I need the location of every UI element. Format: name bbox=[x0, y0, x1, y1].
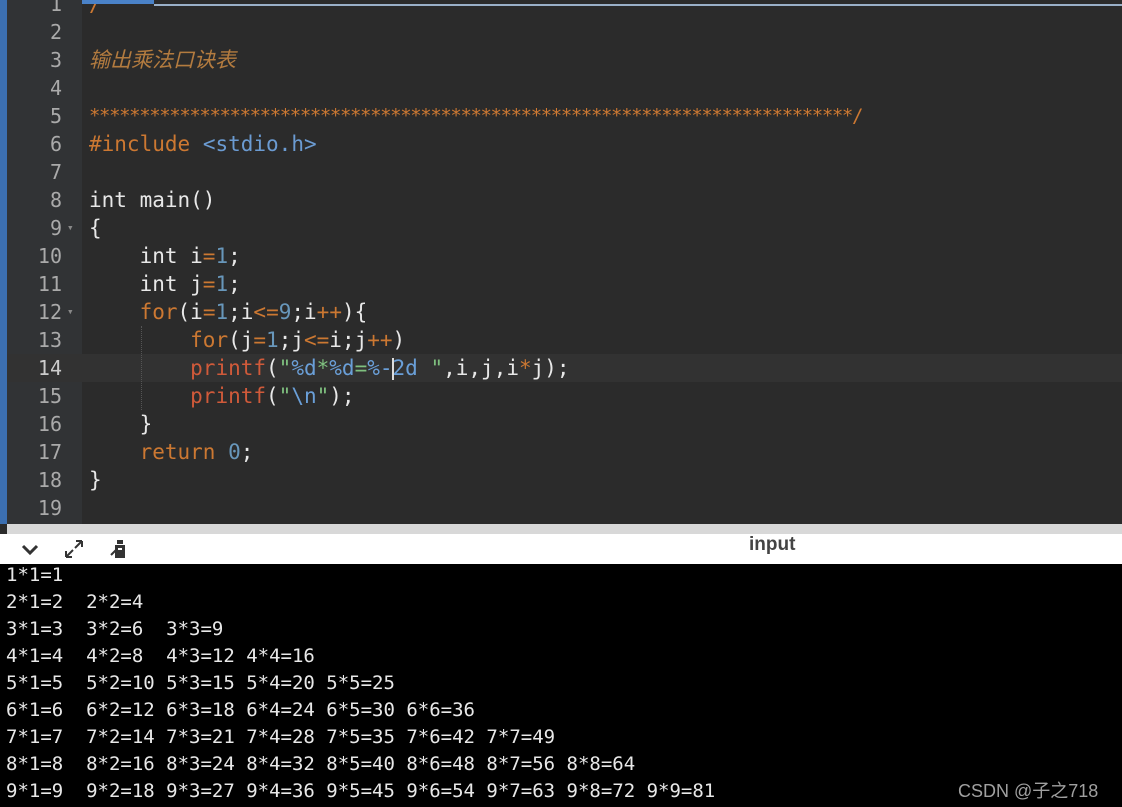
open-brace: { bbox=[89, 216, 102, 240]
line-number: 17 bbox=[37, 440, 62, 464]
code-line[interactable]: 15 printf("\n"); bbox=[7, 382, 1122, 410]
tab-indicator bbox=[82, 0, 154, 4]
line-number: 11 bbox=[37, 272, 62, 296]
chevron-down-icon[interactable] bbox=[18, 537, 42, 561]
return-statement: return 0; bbox=[139, 440, 254, 464]
line-number: 15 bbox=[37, 384, 62, 408]
line-number: 9 bbox=[49, 216, 62, 240]
code-line[interactable]: 11 int j=1; bbox=[7, 270, 1122, 298]
console-output[interactable]: 1*1=1 2*1=2 2*2=4 3*1=3 3*2=6 3*3=9 4*1=… bbox=[0, 564, 1122, 807]
code-line[interactable]: 8 int main() bbox=[7, 186, 1122, 214]
code-line[interactable]: 3 输出乘法口诀表 bbox=[7, 46, 1122, 74]
line-number: 3 bbox=[49, 48, 62, 72]
fold-arrow-icon[interactable]: ▾ bbox=[67, 298, 74, 326]
console-line: 6*1=6 6*2=12 6*3=18 6*4=24 6*5=30 6*6=36 bbox=[6, 699, 475, 721]
code-line[interactable]: 13 for(j=1;j<=i;j++) bbox=[7, 326, 1122, 354]
code-line[interactable]: 2 bbox=[7, 18, 1122, 46]
line-number: 2 bbox=[49, 20, 62, 44]
code-line-active[interactable]: 14 printf("%d*%d=%-2d ",i,j,i*j); bbox=[7, 354, 1122, 382]
inner-for-loop: for(j=1;j<=i;j++) bbox=[190, 328, 406, 352]
line-number: 10 bbox=[37, 244, 62, 268]
console-title: input bbox=[749, 534, 796, 555]
clear-console-icon[interactable] bbox=[108, 537, 132, 561]
code-line[interactable]: 18 } bbox=[7, 466, 1122, 494]
line-number: 18 bbox=[37, 468, 62, 492]
code-line[interactable]: 12 ▾ for(i=1;i<=9;i++){ bbox=[7, 298, 1122, 326]
line-number: 13 bbox=[37, 328, 62, 352]
close-brace: } bbox=[89, 412, 153, 436]
code-line[interactable]: 4 bbox=[7, 74, 1122, 102]
code-line[interactable]: 6 #include <stdio.h> bbox=[7, 130, 1122, 158]
code-line[interactable]: 5 **************************************… bbox=[7, 102, 1122, 130]
line-number: 7 bbox=[49, 160, 62, 184]
include-directive: #include <stdio.h> bbox=[89, 132, 317, 156]
declaration-j: int j=1; bbox=[89, 272, 241, 296]
console-line: 9*1=9 9*2=18 9*3=27 9*4=36 9*5=45 9*6=54… bbox=[6, 780, 716, 802]
console-line: 2*1=2 2*2=4 bbox=[6, 591, 144, 613]
line-number: 4 bbox=[49, 76, 62, 100]
code-line[interactable]: 9 ▾ { bbox=[7, 214, 1122, 242]
expand-icon[interactable] bbox=[62, 537, 86, 561]
outer-for-loop: for(i=1;i<=9;i++){ bbox=[139, 300, 368, 324]
main-signature: int main() bbox=[89, 188, 216, 212]
console-line: 3*1=3 3*2=6 3*3=9 bbox=[6, 618, 224, 640]
line-number: 16 bbox=[37, 412, 62, 436]
console-toolbar: input bbox=[0, 534, 1122, 564]
line-number: 14 bbox=[37, 356, 62, 380]
code-line[interactable]: 16 } bbox=[7, 410, 1122, 438]
comment-stars: ****************************************… bbox=[89, 105, 863, 127]
console-line: 8*1=8 8*2=16 8*3=24 8*4=32 8*5=40 8*6=48… bbox=[6, 753, 636, 775]
line-number: 19 bbox=[37, 496, 62, 520]
declaration-i: int i=1; bbox=[89, 244, 241, 268]
console-line: 4*1=4 4*2=8 4*3=12 4*4=16 bbox=[6, 645, 315, 667]
printf-newline: printf("\n"); bbox=[190, 384, 355, 408]
line-number: 6 bbox=[49, 132, 62, 156]
console-line: 7*1=7 7*2=14 7*3=21 7*4=28 7*5=35 7*6=42… bbox=[6, 726, 556, 748]
window-edge bbox=[0, 0, 7, 524]
console-line: 5*1=5 5*2=10 5*3=15 5*4=20 5*5=25 bbox=[6, 672, 395, 694]
printf-product: printf("%d*%d=%-2d ",i,j,i*j); bbox=[190, 356, 570, 380]
code-line[interactable]: 10 int i=1; bbox=[7, 242, 1122, 270]
line-number: 12 bbox=[37, 300, 62, 324]
code-line[interactable]: 1 / bbox=[7, 0, 1122, 18]
comment-text: 输出乘法口诀表 bbox=[89, 48, 236, 72]
line-number: 1 bbox=[49, 0, 62, 16]
fold-arrow-icon[interactable]: ▾ bbox=[67, 214, 74, 242]
console-line: 1*1=1 bbox=[6, 564, 64, 586]
code-editor[interactable]: 1 / 2 3 输出乘法口诀表 4 5 ********************… bbox=[7, 0, 1122, 524]
editor-top-border bbox=[154, 4, 1122, 6]
panel-splitter[interactable] bbox=[7, 524, 1122, 534]
close-brace: } bbox=[89, 468, 102, 492]
code-line[interactable]: 17 return 0; bbox=[7, 438, 1122, 466]
indent-guide bbox=[141, 326, 143, 410]
code-line[interactable]: 19 bbox=[7, 494, 1122, 522]
code-line[interactable]: 7 bbox=[7, 158, 1122, 186]
line-number: 5 bbox=[49, 104, 62, 128]
line-number: 8 bbox=[49, 188, 62, 212]
watermark: CSDN @子之718 bbox=[958, 781, 1099, 801]
